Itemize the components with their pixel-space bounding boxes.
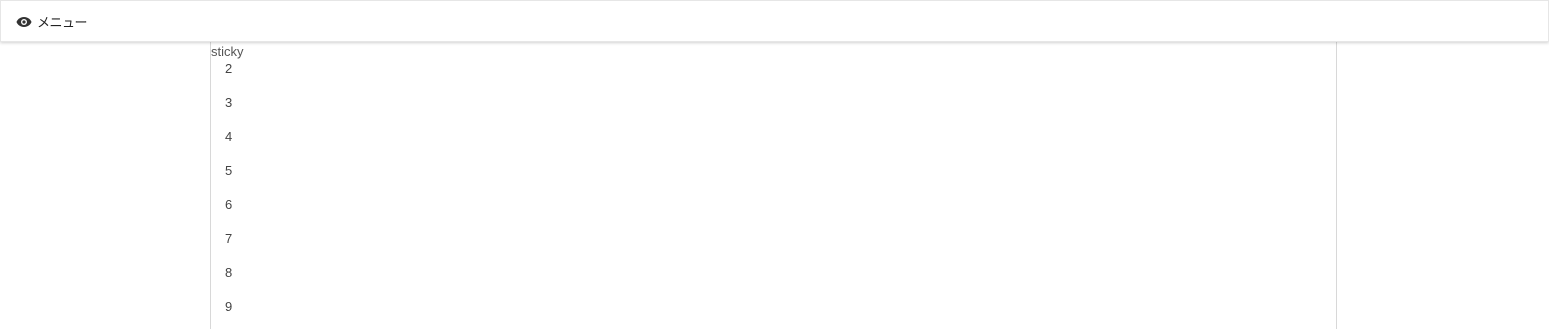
eye-icon	[16, 15, 32, 27]
top-bar: メニュー	[0, 0, 1549, 42]
list-item: 2	[225, 61, 233, 76]
menu-label: メニュー	[37, 14, 88, 30]
list-item: 9	[225, 299, 233, 314]
sticky-label: sticky	[211, 44, 244, 59]
menu-button[interactable]: メニュー	[16, 12, 88, 30]
list-item: 6	[225, 197, 233, 212]
list-item: 4	[225, 129, 233, 144]
list-item: 5	[225, 163, 233, 178]
list-item: 3	[225, 95, 233, 110]
list-item: 8	[225, 265, 233, 280]
scroll-content-panel[interactable]: sticky 2 3 4 5 6 7 8 9	[210, 41, 1337, 329]
number-list: 2 3 4 5 6 7 8 9	[225, 60, 232, 332]
list-item: 7	[225, 231, 233, 246]
